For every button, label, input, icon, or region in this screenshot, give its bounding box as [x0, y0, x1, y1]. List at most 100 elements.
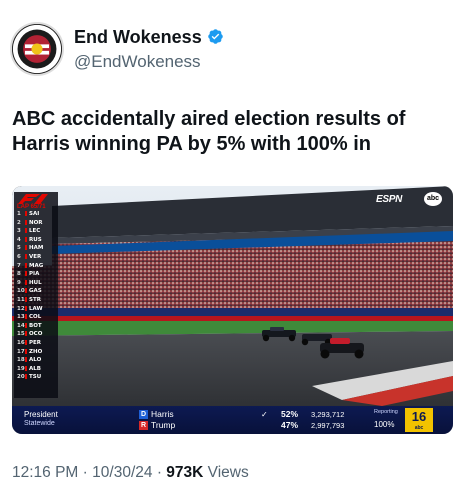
reporting-label: Reporting — [374, 409, 398, 415]
driver-row: 17 ZHO — [14, 348, 58, 357]
driver-code: PIA — [29, 271, 40, 278]
race-name: President — [24, 410, 58, 419]
tweet-date[interactable]: 10/30/24 — [92, 464, 152, 481]
tweet-media-image[interactable]: LAP 65/71 1 SAI 2 NOR 3 LEC 4 RUS 5 HAM 6 VER 7 MAG 8 P… — [12, 186, 453, 434]
views-count[interactable]: 973K — [166, 464, 203, 481]
team-color-marker — [25, 245, 27, 251]
team-color-marker — [25, 236, 27, 242]
driver-row: 4 RUS — [14, 236, 58, 245]
driver-row: 16 PER — [14, 339, 58, 348]
team-color-marker — [25, 374, 27, 380]
driver-row: 7 MAG — [14, 262, 58, 271]
driver-position: 12 — [17, 305, 25, 312]
driver-code: NOR — [29, 219, 43, 226]
team-color-marker — [25, 262, 27, 268]
driver-position: 4 — [17, 236, 21, 243]
driver-row: 20 TSU — [14, 373, 58, 382]
driver-code: PER — [29, 339, 42, 346]
driver-code: ALO — [29, 357, 42, 364]
reporting-block: Reporting 100% — [139, 406, 444, 434]
driver-position: 15 — [17, 331, 25, 338]
station-logo: 16 abc — [405, 408, 433, 432]
tweet-time[interactable]: 12:16 PM — [12, 464, 78, 481]
driver-code: TSU — [29, 374, 42, 381]
author-name-text: End Wokeness — [74, 27, 202, 47]
verified-badge-icon — [207, 29, 223, 44]
team-color-marker — [25, 348, 27, 354]
driver-position: 9 — [17, 279, 21, 286]
meta-separator: · — [82, 464, 88, 481]
station-network: abc — [414, 425, 424, 431]
driver-position: 6 — [17, 253, 21, 260]
driver-position: 10 — [17, 288, 25, 295]
driver-position: 16 — [17, 339, 25, 346]
race-broadcast-scene — [12, 186, 453, 434]
meta-separator: · — [156, 464, 162, 481]
driver-position: 2 — [17, 219, 21, 226]
team-color-marker — [25, 253, 27, 259]
driver-row: 3 LEC — [14, 227, 58, 236]
driver-row: 19 ALB — [14, 365, 58, 374]
driver-row: 10 GAS — [14, 287, 58, 296]
driver-row: 18 ALO — [14, 356, 58, 365]
driver-position: 8 — [17, 271, 21, 278]
driver-code: SAI — [29, 211, 40, 217]
reporting-percent: 100% — [374, 420, 395, 429]
team-color-marker — [25, 365, 27, 371]
driver-row: 12 LAW — [14, 305, 58, 314]
driver-row: 13 COL — [14, 313, 58, 322]
author-display-name[interactable]: End Wokeness — [74, 27, 224, 48]
team-color-marker — [25, 339, 27, 345]
driver-code: MAG — [29, 262, 44, 269]
election-ticker: President Statewide D Harris ✓ 52% 3,293… — [12, 406, 453, 434]
espn-logo: ESPN — [376, 194, 403, 205]
driver-position: 18 — [17, 357, 25, 364]
station-number: 16 — [411, 409, 427, 424]
tweet-card: End Wokeness @EndWokeness ABC accidental… — [0, 0, 465, 500]
driver-position: 11 — [17, 296, 25, 303]
driver-row: 5 HAM — [14, 244, 58, 253]
driver-list: 1 SAI 2 NOR 3 LEC 4 RUS 5 HAM 6 VER 7 MAG 8 PIA 9 HUL 10 GA… — [14, 210, 58, 382]
team-color-marker — [25, 331, 27, 337]
tweet-text: ABC accidentally aired election results … — [12, 108, 406, 155]
driver-row: 15 OCO — [14, 330, 58, 339]
driver-position: 3 — [17, 228, 21, 235]
driver-code: HUL — [29, 279, 42, 286]
driver-code: RUS — [29, 236, 42, 243]
driver-code: OCO — [29, 331, 43, 338]
driver-row: 2 NOR — [14, 219, 58, 228]
driver-position: 5 — [17, 245, 21, 252]
team-color-marker — [25, 271, 27, 277]
driver-row: 9 HUL — [14, 279, 58, 288]
f1-logo-icon — [18, 194, 48, 204]
views-label: Views — [207, 464, 249, 481]
avatar[interactable] — [10, 22, 64, 76]
team-color-marker — [25, 357, 27, 363]
team-color-marker — [25, 296, 27, 302]
team-color-marker — [25, 288, 27, 294]
driver-code: ZHO — [29, 348, 43, 355]
race-region: Statewide — [24, 420, 55, 427]
driver-position: 20 — [17, 374, 25, 381]
driver-code: GAS — [29, 288, 42, 295]
team-color-marker — [25, 219, 27, 225]
driver-code: BOT — [29, 322, 42, 329]
driver-row: 14 BOT — [14, 322, 58, 331]
author-handle[interactable]: @EndWokeness — [74, 52, 201, 72]
avatar-badge-icon — [12, 24, 62, 74]
driver-position: 1 — [17, 211, 21, 217]
driver-code: STR — [29, 296, 41, 303]
driver-row: 1 SAI — [14, 210, 58, 219]
driver-code: ALB — [29, 365, 41, 372]
driver-row: 6 VER — [14, 253, 58, 262]
driver-position: 19 — [17, 365, 25, 372]
driver-position: 14 — [17, 322, 25, 329]
driver-position: 13 — [17, 314, 25, 321]
driver-row: 11 STR — [14, 296, 58, 305]
abc-logo: abc — [424, 192, 442, 206]
team-color-marker — [25, 305, 27, 311]
driver-code: LAW — [29, 305, 43, 312]
team-color-marker — [25, 279, 27, 285]
tweet-meta: 12:16 PM · 10/30/24 · 973K Views — [12, 464, 249, 482]
driver-position: 17 — [17, 348, 25, 355]
